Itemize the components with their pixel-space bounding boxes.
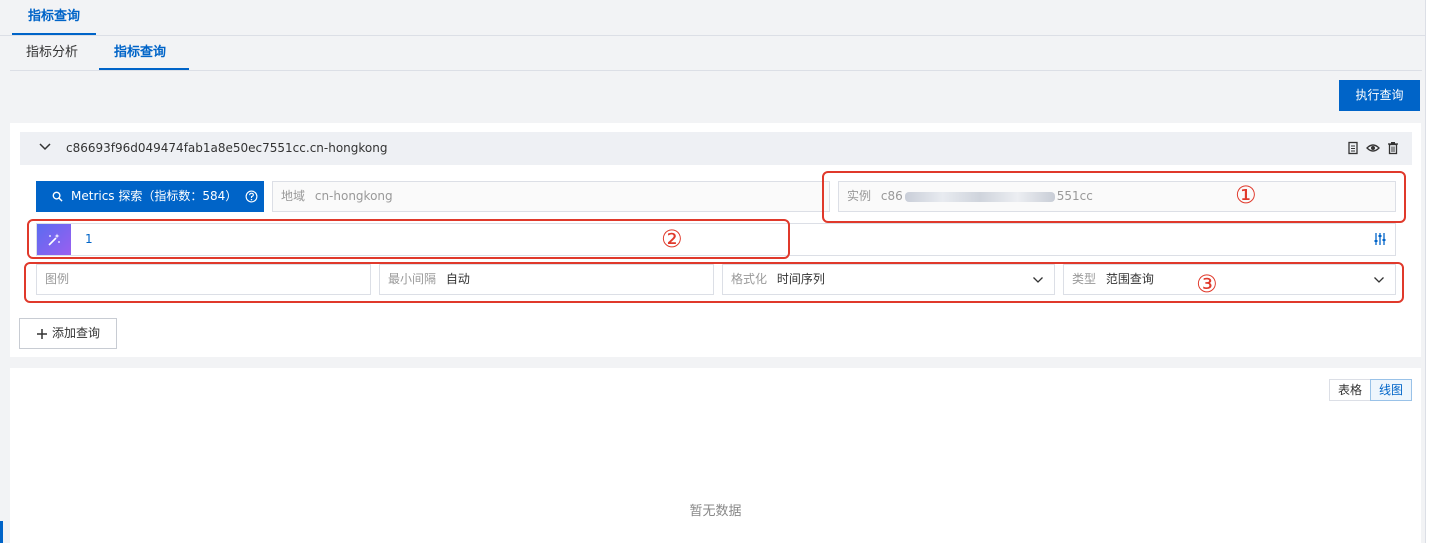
window-edge <box>1425 0 1431 543</box>
annotation-number-1: ① <box>1235 181 1257 209</box>
page-background: 指标查询 指标分析 指标查询 执行查询 c86693f96d049474fab1… <box>0 0 1431 543</box>
tab-metrics-query[interactable]: 指标查询 <box>114 36 166 71</box>
top-tab-metrics-query[interactable]: 指标查询 <box>12 0 96 36</box>
query-header-actions <box>1346 141 1400 155</box>
view-line-chart-button[interactable]: 线图 <box>1370 379 1413 401</box>
add-query-label: 添加查询 <box>51 326 100 340</box>
eye-icon[interactable] <box>1366 141 1380 155</box>
result-panel: 表格 线图 暂无数据 <box>10 368 1421 543</box>
settings-sliders-icon[interactable] <box>1373 232 1387 246</box>
view-table-button[interactable]: 表格 <box>1329 379 1372 401</box>
help-icon[interactable] <box>245 190 258 203</box>
plus-icon <box>36 328 47 339</box>
region-field[interactable]: 地域 cn-hongkong <box>272 181 830 212</box>
execute-query-button[interactable]: 执行查询 <box>1339 80 1420 111</box>
metrics-explore-button[interactable]: Metrics 探索（指标数：584） <box>36 181 264 212</box>
query-title: c86693f96d049474fab1a8e50ec7551cc.cn-hon… <box>66 141 388 155</box>
metrics-explore-label: Metrics 探索（指标数：584） <box>71 189 238 203</box>
annotation-number-2: ② <box>661 225 683 253</box>
search-icon <box>52 191 63 202</box>
annotation-box-1 <box>822 171 1406 223</box>
chevron-down-icon[interactable] <box>38 140 52 154</box>
sub-tab-active-indicator <box>99 68 189 70</box>
top-tab-strip: 指标查询 <box>0 0 1425 36</box>
region-label: 地域 <box>281 189 306 203</box>
top-tab-active-indicator <box>12 33 96 35</box>
view-toggle: 表格 线图 <box>1329 379 1413 401</box>
sub-tab-strip: 指标分析 指标查询 <box>10 36 1422 71</box>
tab-metrics-analysis[interactable]: 指标分析 <box>26 36 78 71</box>
annotation-number-3: ③ <box>1196 270 1218 298</box>
add-query-button[interactable]: 添加查询 <box>19 318 117 349</box>
empty-state-text: 暂无数据 <box>689 504 742 519</box>
left-edge-marker <box>0 521 3 543</box>
copy-icon[interactable] <box>1346 141 1360 155</box>
trash-icon[interactable] <box>1386 141 1400 155</box>
query-header[interactable]: c86693f96d049474fab1a8e50ec7551cc.cn-hon… <box>20 132 1412 165</box>
region-value: cn-hongkong <box>314 189 393 203</box>
